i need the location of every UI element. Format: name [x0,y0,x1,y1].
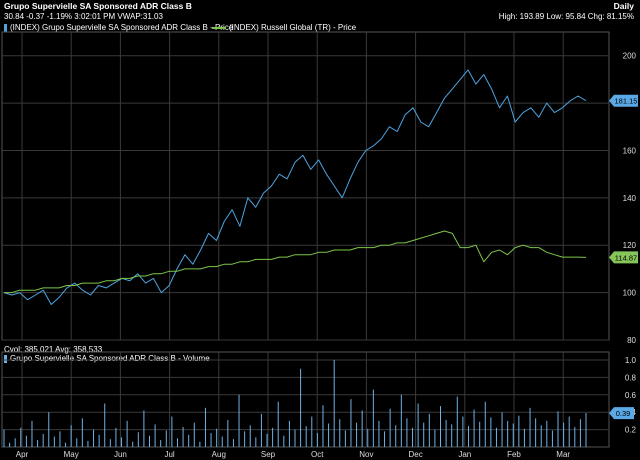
x-tick-label: Dec [408,450,422,459]
x-tick-label: Sep [261,450,276,459]
x-tick-label: May [64,450,79,459]
y-tick-label: 100 [623,289,637,298]
x-tick-label: Apr [16,450,29,459]
y-tick-label: 160 [623,146,637,155]
volume-y-tick-label: 0.2 [625,426,637,435]
y-tick-label: 120 [623,241,637,250]
y-tick-label: 140 [623,194,637,203]
x-tick-label: Jun [114,450,127,459]
y-tick-label: 80 [627,336,636,345]
x-tick-label: Aug [212,450,226,459]
volume-y-tick-label: 0.8 [625,373,637,382]
last-value-label-2: 114.87 [615,253,637,262]
volume-y-tick-label: 0.6 [625,391,637,400]
x-tick-label: Mar [556,450,570,459]
volume-last-label: 0.39 [616,409,631,418]
x-tick-label: Jan [458,450,471,459]
x-tick-label: Nov [359,450,373,459]
x-tick-label: Jul [164,450,174,459]
chart-canvas[interactable]: Apr May Jun Jul Aug Sep Oct Nov Dec Jan Feb Mar 200 1… [0,0,640,460]
x-tick-label: Oct [311,450,324,459]
y-tick-label: 200 [623,52,637,61]
price-line-2 [4,230,587,294]
price-line-1 [3,69,587,305]
volume-y-tick-label: 1.0 [625,356,637,365]
x-tick-label: Feb [507,450,521,459]
last-value-label-1: 181.15 [615,97,638,106]
price-panel [1,31,610,341]
